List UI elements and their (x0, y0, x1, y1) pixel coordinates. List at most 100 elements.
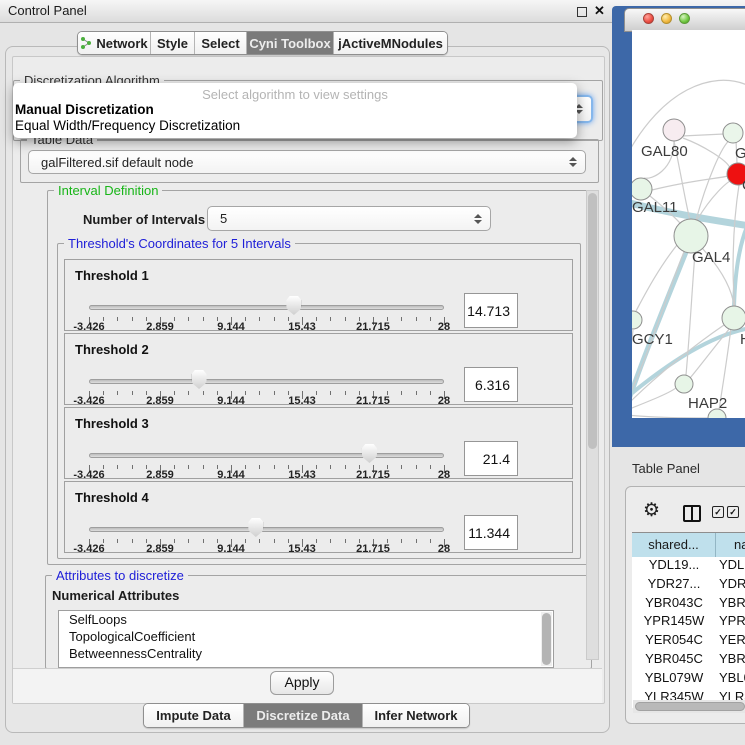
slider-track[interactable] (89, 527, 444, 532)
numerical-attributes-list[interactable]: SelfLoops TopologicalCoefficient Between… (58, 610, 554, 668)
slider-thumb[interactable] (192, 370, 207, 389)
tab-discretize-data-label: Discretize Data (256, 708, 349, 723)
network-node[interactable] (675, 375, 693, 393)
threshold-4-value-field[interactable]: 11.344 (464, 515, 518, 550)
column-header-name[interactable]: name (716, 533, 745, 557)
cell[interactable]: YPR1 (716, 613, 745, 632)
cell[interactable]: YBR0 (716, 651, 745, 670)
network-view-canvas[interactable]: GAL80GACGAL11GAL4GCY1HHAP2 (632, 30, 745, 418)
app-window: Control Panel ✕ Network Style Select Cyn… (0, 0, 745, 745)
cell[interactable]: YBL079W (632, 670, 716, 689)
cell[interactable]: YDL19... (632, 557, 716, 576)
table-row[interactable]: YPR145WYPR1 (632, 613, 745, 632)
tab-select[interactable]: Select (195, 32, 247, 54)
cell[interactable]: YBR043C (632, 595, 716, 614)
tab-jactivemnodules-label: jActiveMNodules (338, 36, 443, 51)
table-body[interactable]: YDL19...YDL1 YDR27...YDR2 YBR043CYBR0 YP… (632, 557, 745, 708)
table-data-combobox[interactable]: galFiltered.sif default node (28, 150, 586, 174)
number-of-intervals-combobox[interactable]: 5 (207, 206, 491, 231)
number-of-intervals-label: Number of Intervals (83, 212, 205, 227)
node-label: GAL11 (632, 199, 678, 216)
tab-infer-network[interactable]: Infer Network (363, 704, 469, 727)
tab-style[interactable]: Style (151, 32, 195, 54)
slider-thumb[interactable] (362, 444, 377, 463)
checkbox-icon[interactable]: ✓ (712, 506, 724, 518)
threshold-list: Threshold 1 -3.4262.8599.14415.4321.7152… (64, 259, 573, 553)
cell[interactable]: YER054C (632, 632, 716, 651)
dropdown-item-equal-width[interactable]: Equal Width/Frequency Discretization (13, 118, 577, 134)
cell[interactable]: YDL1 (716, 557, 745, 576)
threshold-4-panel: Threshold 4 -3.4262.8599.14415.4321.7152… (64, 481, 573, 553)
cell[interactable]: YDR2 (716, 576, 745, 595)
checkbox-icon[interactable]: ✓ (727, 506, 739, 518)
column-header-shared[interactable]: shared... (632, 533, 716, 557)
gear-icon[interactable]: ⚙ (643, 501, 660, 520)
tab-cyni-toolbox[interactable]: Cyni Toolbox (247, 32, 334, 54)
apply-button[interactable]: Apply (270, 671, 334, 695)
network-window-titlebar[interactable] (624, 8, 745, 32)
minimize-window-icon[interactable] (661, 13, 672, 24)
close-window-icon[interactable] (643, 13, 654, 24)
cell[interactable]: YER0 (716, 632, 745, 651)
threshold-2-slider[interactable]: -3.4262.8599.14415.4321.71528 (89, 334, 444, 406)
cell[interactable]: YBR045C (632, 651, 716, 670)
slider-track[interactable] (89, 453, 444, 458)
cell[interactable]: YDR27... (632, 576, 716, 595)
panel-title: Control Panel (8, 3, 87, 18)
threshold-4-slider[interactable]: -3.4262.8599.14415.4321.71528 (89, 482, 444, 554)
list-scrollbar[interactable] (541, 612, 552, 666)
network-node[interactable] (632, 311, 642, 329)
network-node[interactable] (722, 306, 745, 330)
table-panel-title: Table Panel (632, 461, 700, 476)
threshold-2-value-field[interactable]: 6.316 (464, 367, 518, 402)
node-label: GAL80 (641, 143, 688, 160)
slider-track[interactable] (89, 379, 444, 384)
scrollbar-thumb[interactable] (588, 193, 597, 449)
scrollbar-thumb[interactable] (635, 702, 745, 711)
network-node[interactable] (632, 178, 652, 200)
slider-track[interactable] (89, 305, 444, 310)
split-column-icon[interactable] (683, 505, 701, 522)
network-node[interactable] (663, 119, 685, 141)
table-row[interactable]: YBR045CYBR0 (632, 651, 745, 670)
cell[interactable]: YBR0 (716, 595, 745, 614)
threshold-3-value-field[interactable]: 21.4 (464, 441, 518, 476)
slider-thumb[interactable] (248, 518, 263, 537)
maximize-window-icon[interactable] (679, 13, 690, 24)
tab-discretize-data[interactable]: Discretize Data (244, 704, 363, 727)
table-horizontal-scrollbar[interactable] (633, 700, 745, 713)
network-node[interactable] (674, 219, 708, 253)
node-label: GAL4 (692, 249, 730, 266)
thresholds-group-title: Threshold's Coordinates for 5 Intervals (64, 236, 295, 251)
threshold-2-panel: Threshold 2 -3.4262.8599.14415.4321.7152… (64, 333, 573, 405)
list-item[interactable]: BetweennessCentrality (59, 645, 553, 662)
threshold-3-slider[interactable]: -3.4262.8599.14415.4321.71528 (89, 408, 444, 480)
float-panel-icon[interactable] (577, 7, 587, 17)
cell[interactable]: YPR145W (632, 613, 716, 632)
table-row[interactable]: YER054CYER0 (632, 632, 745, 651)
tab-select-label: Select (201, 36, 239, 51)
tab-infer-network-label: Infer Network (374, 708, 457, 723)
network-node[interactable] (723, 123, 743, 143)
list-item[interactable]: SelfLoops (59, 611, 553, 628)
network-icon (80, 36, 92, 50)
node-label: GCY1 (632, 331, 673, 348)
cell[interactable]: YBL0 (716, 670, 745, 689)
threshold-1-slider[interactable]: -3.4262.8599.14415.4321.71528 (89, 260, 444, 332)
combo-arrows-icon (569, 157, 577, 167)
threshold-1-value-field[interactable]: 14.713 (464, 293, 518, 328)
slider-thumb[interactable] (286, 296, 301, 315)
dropdown-placeholder-item[interactable]: Select algorithm to view settings (13, 87, 577, 102)
table-row[interactable]: YDL19...YDL1 (632, 557, 745, 576)
tab-jactivemnodules[interactable]: jActiveMNodules (334, 32, 447, 54)
close-panel-icon[interactable]: ✕ (594, 3, 605, 19)
tab-impute-data[interactable]: Impute Data (144, 704, 244, 727)
content-scrollbar[interactable] (586, 190, 599, 660)
table-row[interactable]: YBR043CYBR0 (632, 595, 745, 614)
slider-tick-labels: -3.4262.8599.14415.4321.71528 (89, 321, 444, 333)
dropdown-item-manual[interactable]: Manual Discretization (13, 102, 577, 118)
list-item[interactable]: TopologicalCoefficient (59, 628, 553, 645)
table-row[interactable]: YBL079WYBL0 (632, 670, 745, 689)
tab-network[interactable]: Network (78, 32, 151, 54)
table-row[interactable]: YDR27...YDR2 (632, 576, 745, 595)
